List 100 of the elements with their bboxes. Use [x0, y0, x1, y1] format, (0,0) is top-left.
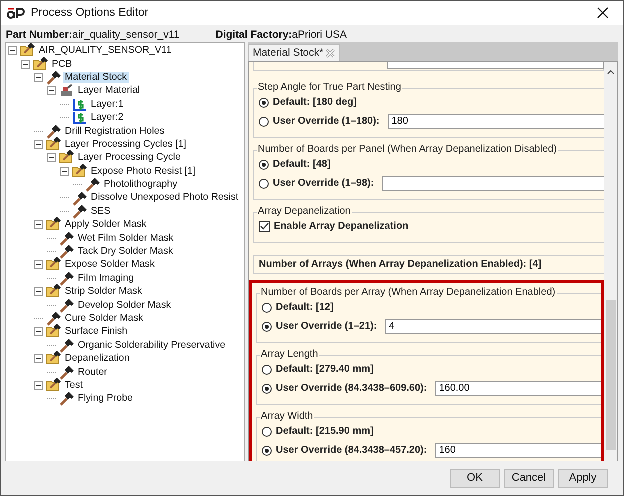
collapse-toggle[interactable] [34, 287, 43, 296]
collapse-toggle[interactable] [47, 86, 56, 96]
scroll-up-icon[interactable] [606, 70, 614, 75]
folder-hammer-icon [46, 351, 62, 366]
group-title: Number of Boards per Array (When Array Depanelization Enabled) [260, 287, 557, 298]
tree-item[interactable]: Wet Film Solder Mask [76, 232, 176, 244]
collapse-toggle[interactable] [21, 60, 30, 69]
radio-button[interactable] [262, 302, 272, 312]
hammer-icon [59, 338, 75, 353]
option-label: User Override (1–21): [276, 321, 378, 332]
input-field[interactable]: 160 [435, 443, 601, 458]
hammer-icon [59, 298, 75, 313]
option-label: User Override (1–180): [273, 116, 380, 127]
hammer-icon [59, 391, 75, 406]
input-field[interactable] [387, 62, 604, 69]
collapse-toggle[interactable] [34, 220, 43, 230]
tab[interactable]: Material Stock* [248, 44, 340, 61]
tree-item[interactable]: Layer:2 [89, 112, 126, 124]
radio-button[interactable] [259, 160, 269, 170]
tree-item[interactable]: PCB [50, 58, 74, 70]
folder-hammer-icon [72, 164, 88, 179]
hammer-icon [72, 190, 88, 206]
collapse-toggle[interactable] [34, 140, 43, 149]
option-label: Default: [279.40 mm] [276, 364, 374, 375]
tree-item[interactable]: Organic Solderability Preservative [76, 340, 228, 351]
tree-item[interactable]: Layer:1 [89, 98, 126, 110]
tree-item[interactable]: Router [76, 366, 110, 378]
tree-item[interactable]: Strip Solder Mask [63, 286, 144, 298]
group-title: Array Width [260, 411, 314, 422]
tree-item[interactable]: Material Stock [63, 72, 130, 83]
tree-item[interactable]: Test [63, 380, 85, 391]
group-title: Array Length [260, 349, 320, 360]
option-label: Default: [215.90 mm] [276, 426, 374, 437]
tree-item[interactable]: AIR_QUALITY_SENSOR_V11 [37, 45, 174, 56]
tree-item[interactable]: Dissolve Unexposed Photo Resist [89, 192, 241, 204]
tree-item[interactable]: SES [89, 206, 113, 217]
close-icon [597, 7, 609, 19]
option-label: Default: [180 deg] [273, 97, 357, 108]
tree-item[interactable]: Develop Solder Mask [76, 300, 174, 311]
radio-button[interactable] [262, 364, 272, 374]
info-text: Part Number:air_quality_sensor_v11 [6, 29, 180, 41]
hammer-icon [46, 124, 62, 139]
tree-item[interactable]: Flying Probe [76, 393, 135, 404]
hammer-icon [46, 70, 62, 85]
input-field[interactable] [382, 176, 604, 191]
dialog-button[interactable]: Apply [558, 468, 608, 488]
tree-item[interactable]: Apply Solder Mask [63, 219, 149, 230]
scrollbar[interactable] [604, 62, 617, 461]
tree-item[interactable]: Film Imaging [76, 272, 136, 284]
collapse-toggle[interactable] [47, 153, 56, 162]
tree-item[interactable]: Depanelization [63, 353, 132, 364]
machine-icon [59, 83, 75, 98]
collapse-toggle[interactable] [34, 72, 43, 82]
folder-hammer-icon [46, 217, 62, 232]
collapse-toggle[interactable] [34, 380, 43, 390]
input-field[interactable]: 180 [388, 114, 604, 129]
dialog-button[interactable]: Cancel [504, 468, 554, 488]
info-text: Number of Arrays (When Array Depanelization Enabled): [4] [253, 255, 604, 274]
folder-hammer-icon [46, 284, 62, 300]
group-title: Number of Boards per Panel (When Array Depanelization Disabled) [257, 144, 558, 155]
collapse-toggle[interactable] [34, 327, 43, 336]
collapse-toggle[interactable] [34, 354, 43, 364]
option-label: User Override (84.3438–609.60): [276, 383, 428, 394]
tree-item[interactable]: Drill Registration Holes [63, 126, 167, 137]
radio-button[interactable] [259, 98, 269, 108]
tree-item[interactable]: Cure Solder Mask [63, 313, 146, 324]
folder-hammer-icon [46, 136, 62, 152]
collapse-toggle[interactable] [60, 166, 69, 176]
collapse-toggle[interactable] [34, 260, 43, 270]
input-field[interactable]: 160.00 [435, 381, 601, 396]
tree-item[interactable]: Expose Photo Resist [1] [89, 166, 198, 177]
option-label: Default: [48] [273, 159, 331, 170]
tree-item[interactable]: Surface Finish [63, 326, 130, 338]
close-icon[interactable] [326, 48, 335, 58]
hammer-icon [59, 230, 75, 246]
tree-item[interactable]: Layer Processing Cycle [76, 152, 183, 164]
folder-hammer-icon [46, 324, 62, 340]
collapse-toggle[interactable] [8, 46, 17, 56]
folder-hammer-icon [46, 257, 62, 272]
checkbox[interactable] [259, 221, 270, 232]
group-title: Step Angle for True Part Nesting [257, 82, 402, 93]
tree-item[interactable]: Expose Solder Mask [63, 259, 157, 270]
hammer-icon [46, 311, 62, 326]
hammer-icon [59, 270, 75, 286]
tree-item[interactable]: Tack Dry Solder Mask [76, 246, 176, 258]
radio-button[interactable] [259, 116, 269, 126]
tree-item[interactable]: Layer Processing Cycles [1] [63, 138, 188, 150]
tree-item[interactable]: Layer Material [76, 85, 142, 96]
radio-button[interactable] [259, 178, 269, 188]
window-title: Process Options Editor [31, 7, 150, 19]
radio-button[interactable] [262, 446, 272, 456]
option-label: User Override (1–98): [273, 178, 374, 189]
radio-button[interactable] [262, 384, 272, 394]
radio-button[interactable] [262, 322, 272, 332]
radio-button[interactable] [262, 426, 272, 436]
tree-item[interactable]: Photolithography [102, 179, 180, 190]
input-field[interactable]: 4 [385, 319, 601, 334]
info-text: Digital Factory:aPriori USA [216, 29, 348, 41]
layer-icon [72, 110, 88, 126]
dialog-button[interactable]: OK [450, 468, 500, 488]
